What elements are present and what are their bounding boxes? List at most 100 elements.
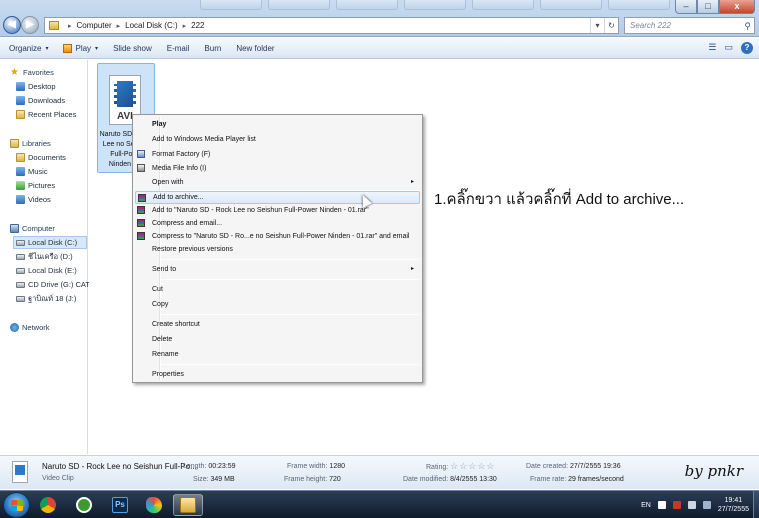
- menu-item-compress-email[interactable]: Compress and email...: [135, 217, 420, 230]
- nav-local-disk-c[interactable]: Local Disk (C:): [13, 236, 87, 249]
- nav-network[interactable]: Network: [10, 321, 50, 334]
- computer-icon: [10, 224, 19, 233]
- photoshop-icon: Ps: [112, 497, 128, 513]
- title-bar: – □ x ◀ ▶ ▸ Computer ▸ Local Disk (C:) ▸…: [0, 0, 759, 37]
- cd-drive-icon: [16, 281, 25, 288]
- view-options-icon[interactable]: ☰: [708, 42, 716, 54]
- menu-label: Compress and email...: [152, 220, 223, 227]
- volume-icon[interactable]: [702, 501, 711, 509]
- rating-stars[interactable]: ☆☆☆☆☆: [450, 461, 495, 471]
- nav-desktop[interactable]: Desktop: [16, 80, 56, 93]
- menu-label: Add to "Naruto SD - Rock Lee no Seishun …: [152, 207, 369, 214]
- burn-button[interactable]: Burn: [204, 44, 221, 53]
- nav-computer[interactable]: Computer: [10, 222, 55, 235]
- organize-label: Organize: [9, 43, 42, 53]
- help-icon[interactable]: ?: [741, 42, 753, 54]
- menu-item-cut[interactable]: Cut: [135, 283, 420, 296]
- clock[interactable]: 19:41 27/7/2555: [718, 496, 749, 514]
- winrar-icon: [137, 219, 145, 227]
- nav-label: Downloads: [28, 96, 66, 105]
- play-icon: [63, 43, 73, 53]
- show-desktop-button[interactable]: [753, 491, 759, 518]
- nav-favorites[interactable]: ★ Favorites: [10, 66, 54, 79]
- email-button[interactable]: E-mail: [167, 44, 190, 53]
- tray-app-icon[interactable]: [672, 501, 681, 509]
- videos-icon: [16, 195, 25, 204]
- author-signature: by pnkr: [684, 462, 743, 480]
- nav-videos[interactable]: Videos: [16, 193, 51, 206]
- menu-item-properties[interactable]: Properties: [135, 368, 420, 381]
- taskbar-chrome[interactable]: [33, 494, 63, 516]
- address-history-dropdown[interactable]: ▾: [590, 18, 604, 33]
- breadcrumb-folder-222[interactable]: 222: [191, 21, 204, 30]
- nav-pictures[interactable]: Pictures: [16, 179, 55, 192]
- play-button[interactable]: Play ▾: [63, 43, 98, 53]
- taskbar-explorer[interactable]: [173, 494, 203, 516]
- menu-item-restore[interactable]: Restore previous versions: [135, 243, 420, 256]
- format-factory-icon: [137, 150, 145, 158]
- menu-item-create-shortcut[interactable]: Create shortcut: [135, 318, 420, 331]
- menu-item-format-factory[interactable]: Format Factory (F): [135, 148, 420, 161]
- breadcrumb-computer[interactable]: Computer: [77, 21, 112, 30]
- menu-item-add-wmp[interactable]: Add to Windows Media Player list: [135, 133, 420, 146]
- slide-show-button[interactable]: Slide show: [113, 44, 152, 53]
- menu-item-copy[interactable]: Copy: [135, 298, 420, 311]
- size-label: Size:: [193, 476, 209, 483]
- nav-label: ฐาบิณท์ 18 (J:): [28, 293, 77, 303]
- refresh-icon[interactable]: ↻: [604, 18, 618, 33]
- nav-local-disk-e[interactable]: Local Disk (E:): [16, 264, 77, 277]
- menu-item-send-to[interactable]: Send to ▸: [135, 263, 420, 276]
- new-folder-button[interactable]: New folder: [236, 44, 274, 53]
- taskbar: Ps EN 19:41 27/7/2555: [0, 490, 759, 518]
- menu-item-add-to-rar[interactable]: Add to "Naruto SD - Rock Lee no Seishun …: [135, 204, 420, 217]
- menu-item-add-to-archive[interactable]: Add to archive...: [135, 191, 420, 204]
- breadcrumb-separator[interactable]: ▸: [68, 22, 72, 30]
- nav-drive-j[interactable]: ฐาบิณท์ 18 (J:): [16, 292, 76, 305]
- search-input[interactable]: Search 222 ⚲: [624, 17, 755, 34]
- menu-item-media-info[interactable]: Media File Info (I): [135, 162, 420, 175]
- breadcrumb-local-disk[interactable]: Local Disk (C:): [125, 21, 177, 30]
- downloads-icon: [16, 96, 25, 105]
- search-icon[interactable]: ⚲: [744, 19, 751, 34]
- menu-item-open-with[interactable]: Open with ▸: [135, 176, 420, 189]
- length-label: Length:: [183, 463, 207, 470]
- taskbar-utorrent[interactable]: [69, 494, 99, 516]
- nav-music[interactable]: Music: [16, 165, 48, 178]
- drive-icon: [16, 253, 25, 260]
- nav-drive-d[interactable]: ชีไนเครือ (D:): [16, 250, 73, 263]
- date-modified-label: Date modified:: [403, 476, 449, 483]
- menu-item-rename[interactable]: Rename: [135, 348, 420, 361]
- breadcrumb-separator[interactable]: ▸: [183, 22, 187, 30]
- nav-label: Libraries: [22, 139, 51, 148]
- menu-label: Send to: [152, 266, 177, 273]
- menu-item-compress-rar-email[interactable]: Compress to "Naruto SD - Ro...e no Seish…: [135, 230, 420, 243]
- organize-button[interactable]: Organize ▾: [9, 44, 48, 53]
- details-file-type: Video Clip: [42, 475, 74, 482]
- network-tray-icon[interactable]: [687, 501, 696, 509]
- close-button[interactable]: x: [719, 0, 755, 14]
- preview-pane-icon[interactable]: ▭: [724, 42, 733, 54]
- nav-documents[interactable]: Documents: [16, 151, 66, 164]
- details-length: Length: 00:23:59: [183, 463, 236, 470]
- menu-item-play[interactable]: Play: [135, 118, 420, 131]
- forward-button[interactable]: ▶: [21, 16, 39, 34]
- nav-libraries[interactable]: Libraries: [10, 137, 51, 150]
- nav-cd-drive-g[interactable]: CD Drive (G:) CAT C: [16, 278, 97, 291]
- language-indicator[interactable]: EN: [641, 502, 651, 509]
- minimize-button[interactable]: –: [675, 0, 697, 14]
- taskbar-paint[interactable]: [139, 494, 169, 516]
- breadcrumb-separator[interactable]: ▸: [117, 22, 121, 30]
- explorer-icon: [180, 497, 196, 513]
- start-button[interactable]: [3, 492, 30, 518]
- back-button[interactable]: ◀: [3, 16, 21, 34]
- taskbar-photoshop[interactable]: Ps: [105, 494, 135, 516]
- window-controls: – □ x: [675, 0, 755, 14]
- nav-label: CD Drive (G:) CAT C: [28, 280, 98, 289]
- nav-downloads[interactable]: Downloads: [16, 94, 65, 107]
- menu-item-delete[interactable]: Delete: [135, 333, 420, 346]
- flag-icon[interactable]: [657, 501, 666, 509]
- address-bar[interactable]: ▸ Computer ▸ Local Disk (C:) ▸ 222 ▾ ↻: [44, 17, 619, 34]
- libraries-icon: [10, 139, 19, 148]
- nav-recent-places[interactable]: Recent Places: [16, 108, 76, 121]
- maximize-button[interactable]: □: [697, 0, 719, 14]
